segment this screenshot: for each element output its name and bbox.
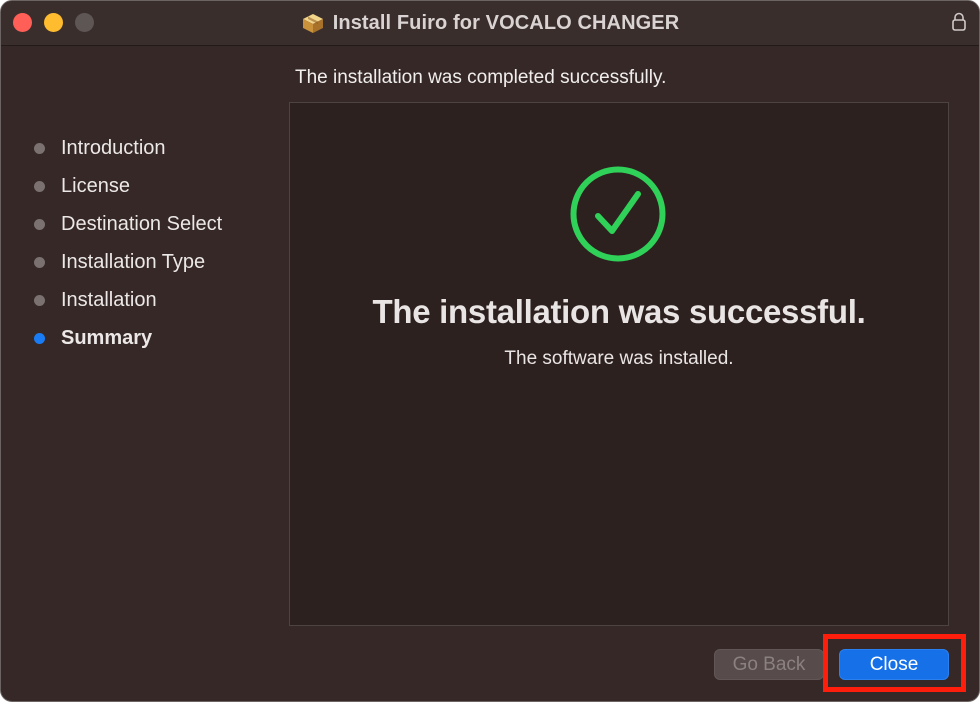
title-bar[interactable]: Install Fuiro for VOCALO CHANGER bbox=[1, 1, 979, 46]
step-indicator-dot bbox=[34, 218, 45, 230]
installer-steps-sidebar: Introduction License Destination Select … bbox=[1, 129, 281, 357]
window-title-group: Install Fuiro for VOCALO CHANGER bbox=[1, 1, 979, 45]
lock-icon bbox=[952, 12, 966, 31]
step-label: Summary bbox=[61, 326, 153, 349]
window-title: Install Fuiro for VOCALO CHANGER bbox=[332, 11, 680, 34]
step-introduction: Introduction bbox=[1, 129, 281, 167]
step-destination-select: Destination Select bbox=[1, 205, 281, 243]
package-icon bbox=[302, 14, 323, 33]
step-label: Destination Select bbox=[61, 212, 223, 235]
step-label: Installation bbox=[61, 288, 157, 311]
installation-status-text: The installation was completed successfu… bbox=[295, 67, 667, 88]
step-summary: Summary bbox=[1, 319, 281, 357]
step-license: License bbox=[1, 167, 281, 205]
step-label: Introduction bbox=[61, 136, 166, 159]
step-indicator-dot-active bbox=[34, 332, 45, 344]
installer-window: Install Fuiro for VOCALO CHANGER The ins… bbox=[0, 0, 980, 702]
step-indicator-dot bbox=[34, 180, 45, 192]
step-installation: Installation bbox=[1, 281, 281, 319]
summary-panel: The installation was successful. The sof… bbox=[289, 102, 949, 626]
checkmark-circle-icon bbox=[570, 166, 666, 262]
close-button[interactable]: Close bbox=[839, 649, 949, 680]
step-label: Installation Type bbox=[61, 250, 206, 273]
step-indicator-dot bbox=[34, 142, 45, 154]
step-label: License bbox=[61, 174, 130, 197]
step-installation-type: Installation Type bbox=[1, 243, 281, 281]
go-back-button: Go Back bbox=[714, 649, 824, 680]
success-subtitle: The software was installed. bbox=[504, 348, 734, 369]
success-title: The installation was successful. bbox=[372, 293, 866, 330]
step-indicator-dot bbox=[34, 294, 45, 306]
step-indicator-dot bbox=[34, 256, 45, 268]
